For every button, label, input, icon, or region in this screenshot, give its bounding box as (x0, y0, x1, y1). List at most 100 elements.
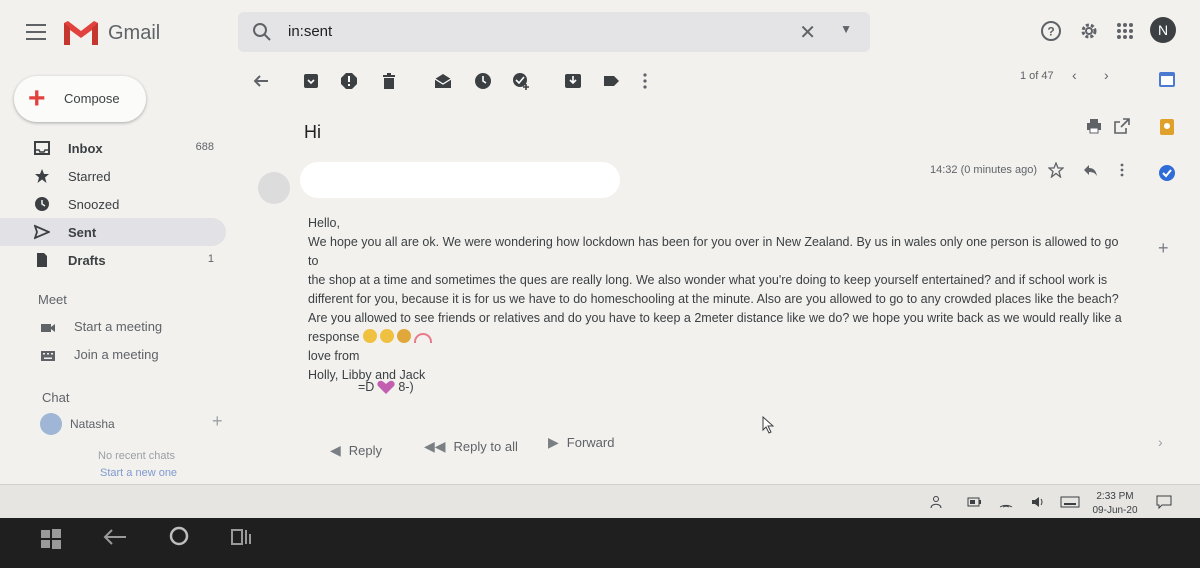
inbox-icon (34, 141, 50, 155)
open-new-window-icon[interactable] (1114, 118, 1130, 134)
reply-all-button[interactable]: ◀◀ Reply to all (424, 430, 518, 462)
no-recent-chats-text: No recent chats (98, 450, 176, 462)
system-clock[interactable]: 2:33 PM 09-Jun-20 (1090, 490, 1140, 518)
meet-section-title: Meet (38, 292, 67, 307)
svg-text:?: ? (1047, 25, 1054, 39)
delete-icon[interactable] (380, 72, 398, 90)
older-chevron-icon[interactable]: › (1104, 67, 1109, 83)
nav-home-circle-icon[interactable] (166, 523, 192, 549)
sidebar-item-inbox[interactable]: Inbox 688 (0, 134, 226, 162)
account-avatar[interactable]: N (1150, 17, 1176, 43)
draft-icon (37, 253, 47, 267)
more-options-icon[interactable] (636, 72, 654, 90)
reply-label: Reply (348, 442, 383, 458)
archive-icon[interactable] (302, 72, 320, 90)
response-word: response (308, 330, 360, 344)
greeting: Hello, (308, 216, 340, 230)
touch-keyboard-icon[interactable] (1060, 495, 1080, 509)
clock-icon (35, 197, 49, 211)
mark-unread-icon[interactable] (434, 72, 452, 90)
cool-smiley-text: 8-) (398, 380, 414, 394)
search-bar[interactable]: in:sent ✕ ▼ (238, 12, 870, 52)
sidebar-item-snoozed[interactable]: Snoozed (0, 190, 226, 218)
reply-icon: ◀ (330, 441, 341, 458)
sender-name-redacted (300, 162, 620, 198)
calendar-icon[interactable] (1158, 70, 1176, 88)
reply-button[interactable]: ◀ Reply (330, 434, 382, 466)
search-icon[interactable] (252, 22, 272, 42)
reply-arrow-icon[interactable] (1082, 162, 1098, 178)
search-input[interactable]: in:sent (288, 23, 332, 40)
new-chat-plus-icon[interactable]: + (212, 411, 223, 432)
reply-all-label: Reply to all (453, 438, 518, 454)
forward-label: Forward (566, 434, 615, 450)
heart-icon (377, 380, 395, 394)
gmail-m-icon (64, 21, 98, 45)
sidebar-item-sent[interactable]: Sent (0, 218, 226, 246)
mouse-cursor-icon (762, 416, 774, 434)
start-new-chat-link[interactable]: Start a new one (100, 467, 177, 479)
keep-icon[interactable] (1158, 118, 1176, 136)
report-spam-icon[interactable] (340, 72, 358, 90)
newer-chevron-icon[interactable]: ‹ (1072, 67, 1077, 83)
video-camera-icon (41, 324, 55, 332)
sender-avatar (258, 172, 290, 204)
message-more-icon[interactable] (1114, 162, 1130, 178)
move-to-icon[interactable] (564, 72, 582, 90)
expand-panel-chevron-icon[interactable]: › (1158, 434, 1163, 450)
add-to-tasks-icon[interactable] (512, 72, 530, 90)
clock-time: 2:33 PM (1096, 491, 1134, 502)
clock-date: 09-Jun-20 (1092, 505, 1138, 516)
back-arrow-icon[interactable] (252, 72, 270, 90)
snooze-icon[interactable] (474, 72, 492, 90)
star-icon (35, 169, 49, 183)
windows-start-icon[interactable] (40, 528, 62, 550)
smiley-text: =D (358, 380, 375, 394)
start-meeting-link[interactable]: Start a meeting (74, 319, 162, 334)
wifi-icon[interactable] (998, 495, 1014, 509)
search-options-icon[interactable]: ▼ (840, 22, 852, 36)
sunglasses-emoji-icon (396, 329, 411, 343)
forward-icon: ▶ (548, 433, 559, 450)
email-subject: Hi (304, 122, 321, 142)
forward-button[interactable]: ▶ Forward (548, 426, 614, 458)
message-timestamp: 14:32 (0 minutes ago) (930, 164, 1038, 176)
help-icon[interactable]: ? (1040, 20, 1062, 42)
gmail-window: Gmail in:sent ✕ ▼ ? N + Compose Inbox 68… (0, 0, 1200, 508)
tablet-nav-bar (0, 518, 1200, 568)
sidebar-item-drafts[interactable]: Drafts 1 (0, 246, 226, 274)
sidebar-item-starred[interactable]: Starred (0, 162, 226, 190)
draft-count: 1 (207, 253, 214, 265)
body-line: We hope you all are ok. We were wonderin… (308, 235, 1119, 268)
battery-icon[interactable] (966, 495, 982, 509)
chat-user-row[interactable]: Natasha + (40, 411, 230, 435)
volume-icon[interactable] (1030, 495, 1046, 509)
print-icon[interactable] (1086, 118, 1102, 134)
apps-grid-icon[interactable] (1114, 20, 1136, 42)
keyboard-icon (41, 351, 55, 361)
avatar (40, 413, 62, 435)
nav-back-icon[interactable] (100, 524, 130, 550)
task-view-icon[interactable] (228, 524, 254, 550)
signature-names: Holly, Libby and Jack (308, 368, 426, 382)
pagination-text: 1 of 47 (1020, 70, 1054, 82)
tasks-icon[interactable] (1158, 164, 1176, 182)
grinning-emoji-icon (362, 329, 377, 343)
settings-gear-icon[interactable] (1078, 20, 1100, 42)
gmail-logo[interactable]: Gmail (62, 18, 160, 48)
unread-count: 688 (195, 141, 214, 153)
sidebar-item-label: Sent (68, 225, 97, 240)
get-addons-plus-icon[interactable]: + (1158, 238, 1169, 259)
compose-button[interactable]: + Compose (14, 76, 146, 122)
action-center-icon[interactable] (1156, 495, 1172, 509)
label-icon[interactable] (602, 72, 620, 90)
reply-all-icon: ◀◀ (424, 437, 446, 454)
clear-search-icon[interactable]: ✕ (799, 20, 816, 45)
sidebar-item-label: Drafts (68, 253, 106, 268)
app-name: Gmail (108, 21, 161, 44)
people-icon[interactable] (930, 495, 946, 509)
star-outline-icon[interactable] (1048, 162, 1064, 178)
love-from: love from (308, 349, 360, 363)
main-menu-icon[interactable] (26, 24, 46, 40)
join-meeting-link[interactable]: Join a meeting (74, 347, 159, 362)
